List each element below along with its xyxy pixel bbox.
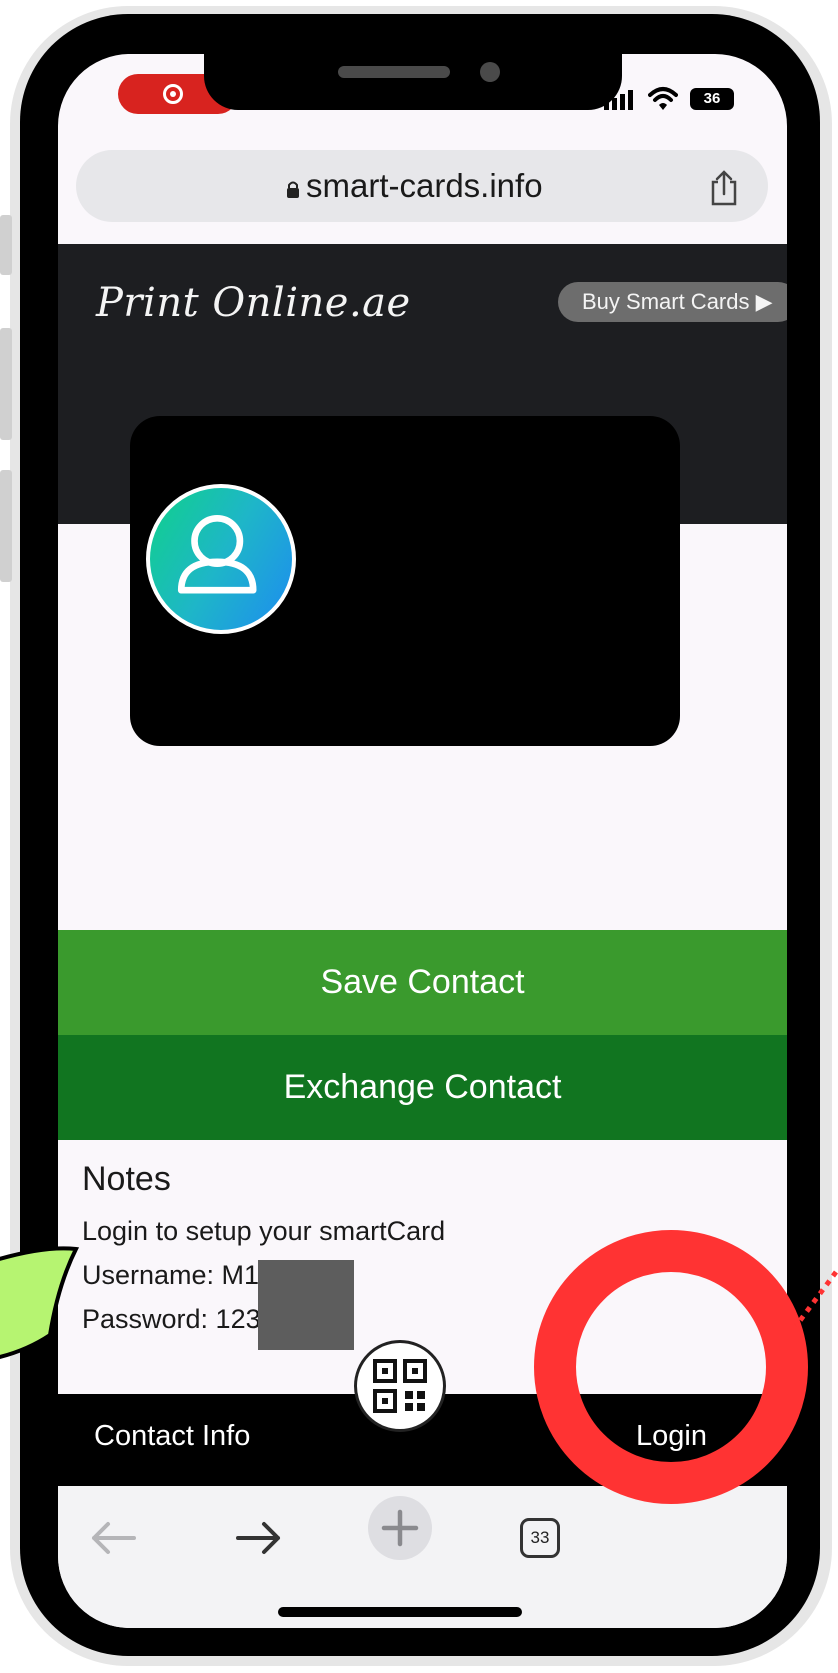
front-camera <box>480 62 500 82</box>
plus-icon <box>381 1509 419 1547</box>
redaction-box <box>258 1260 354 1350</box>
contact-info-link[interactable]: Contact Info <box>94 1420 250 1453</box>
volume-up-button <box>0 328 12 440</box>
buy-smart-cards-button[interactable]: Buy Smart Cards ▶ <box>558 282 787 322</box>
notes-heading: Notes <box>82 1160 171 1198</box>
battery-indicator: 36 <box>690 88 734 110</box>
mute-switch <box>0 215 12 275</box>
exchange-contact-button[interactable]: Exchange Contact <box>58 1035 787 1140</box>
home-indicator <box>278 1607 522 1617</box>
annotation-speech-bubble <box>0 1246 80 1359</box>
notch <box>204 54 622 110</box>
save-contact-button[interactable]: Save Contact <box>58 930 787 1035</box>
back-arrow-icon[interactable] <box>90 1520 136 1556</box>
volume-down-button <box>0 470 12 582</box>
notes-line-login: Login to setup your smartCard <box>82 1216 446 1246</box>
annotation-dotted-arrow <box>793 1270 838 1328</box>
brand-logo[interactable]: Print Online.ae <box>96 280 411 326</box>
notes-line-username: Username: M1 <box>82 1260 260 1290</box>
record-icon <box>163 84 183 104</box>
forward-arrow-icon[interactable] <box>236 1520 282 1556</box>
wifi-icon <box>648 87 678 110</box>
url-text[interactable]: smart-cards.info <box>306 166 543 206</box>
qr-code-icon <box>373 1359 427 1413</box>
speaker-grille <box>338 66 450 78</box>
annotation-circle-highlight <box>534 1230 808 1504</box>
qr-code-button[interactable] <box>354 1340 446 1432</box>
cellular-signal-icon <box>604 90 633 110</box>
tab-count-button[interactable]: 33 <box>520 1518 560 1558</box>
lock-icon <box>287 181 299 198</box>
notes-line-password: Password: 123 <box>82 1304 261 1334</box>
share-icon[interactable] <box>708 170 740 206</box>
new-tab-button[interactable] <box>368 1496 432 1560</box>
user-avatar-icon <box>146 484 296 634</box>
